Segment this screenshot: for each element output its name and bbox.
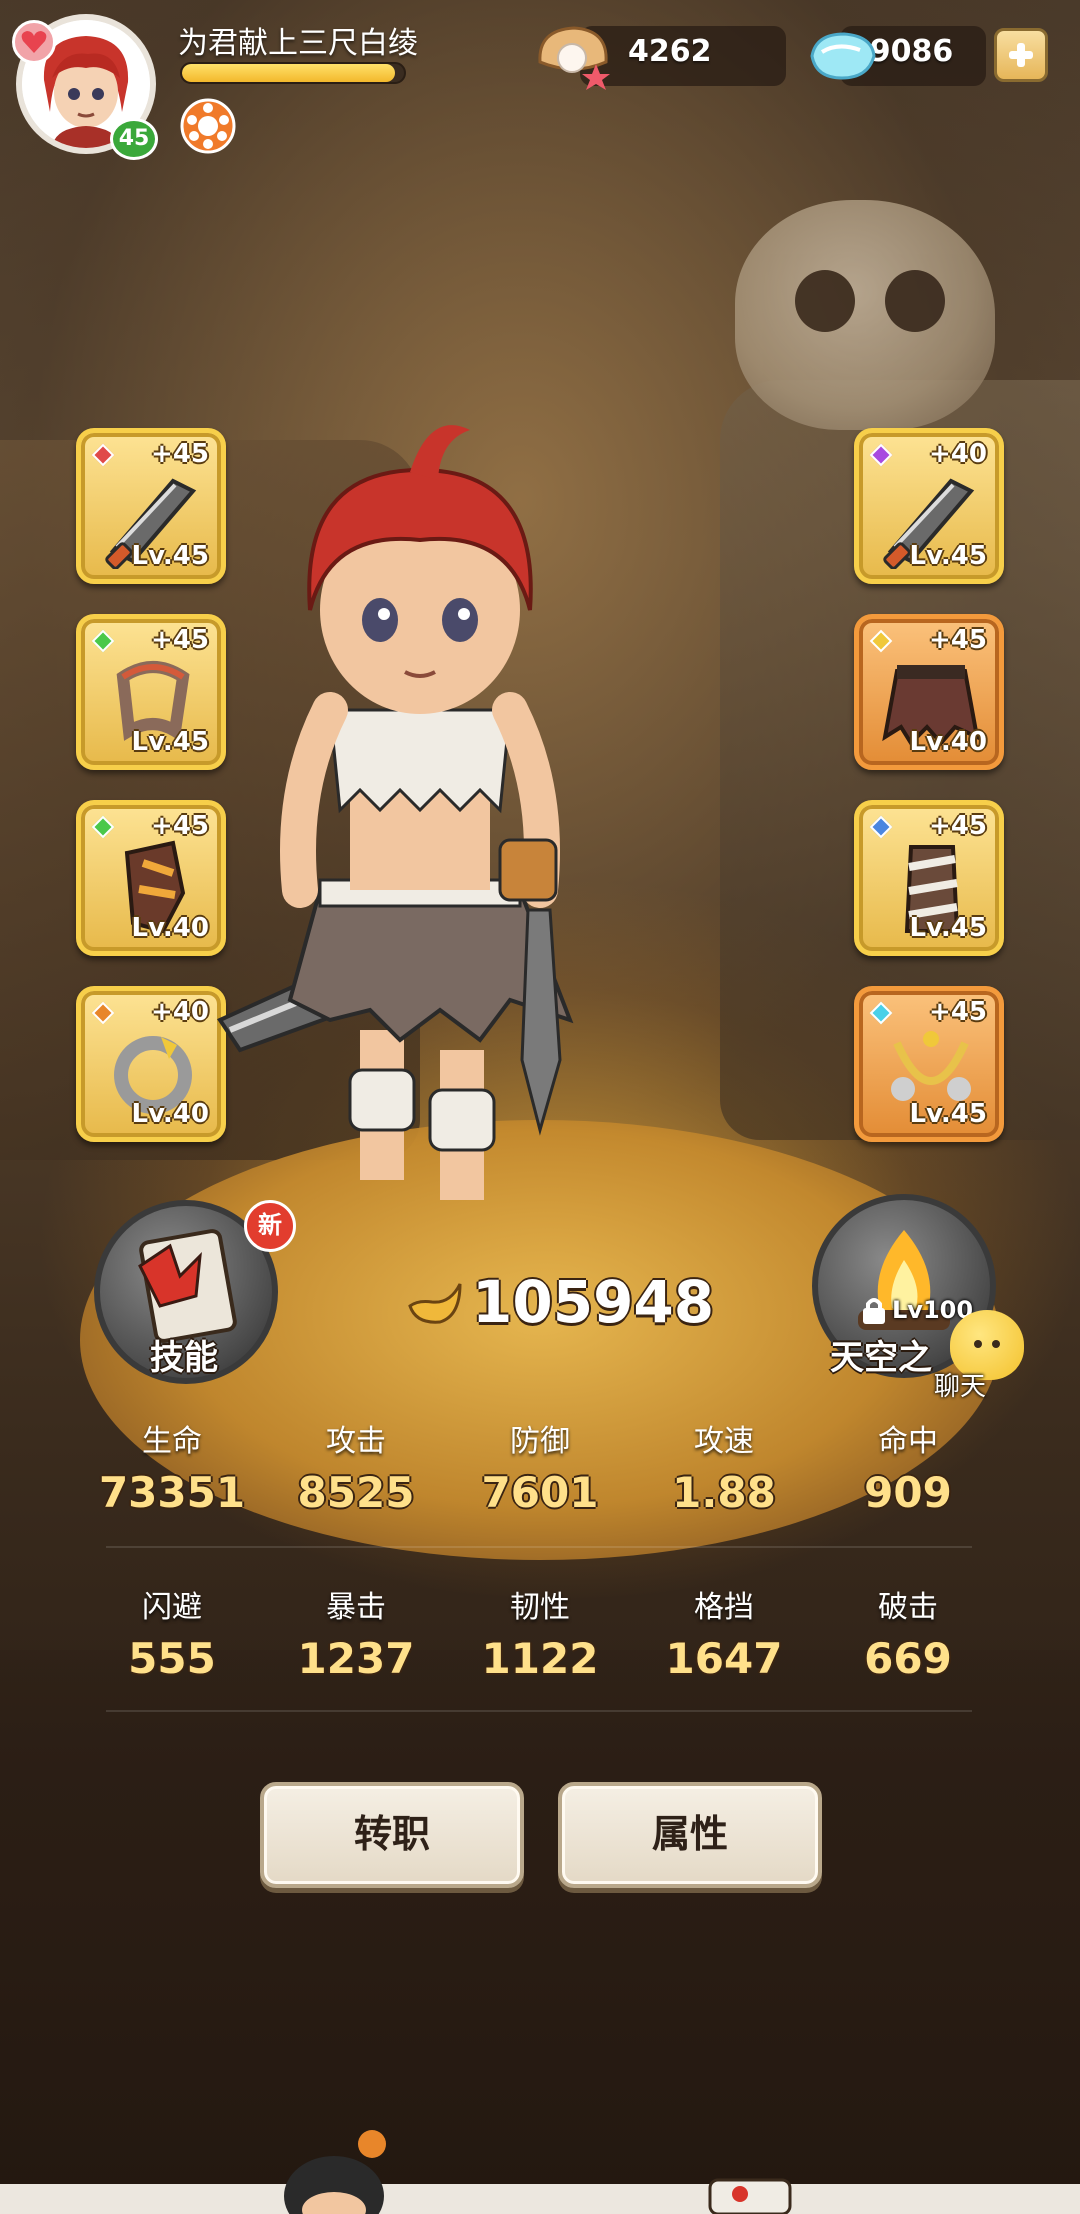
- equipment-slot-left-3[interactable]: +45 Lv.40: [76, 800, 226, 956]
- enhance-level: +45: [151, 811, 209, 841]
- enhance-level: +45: [929, 811, 987, 841]
- stat-item: 格挡 1647: [632, 1582, 816, 1683]
- enhance-level: +45: [151, 439, 209, 469]
- stat-item: 破击 669: [816, 1582, 1000, 1683]
- stat-value: 8525: [297, 1468, 415, 1517]
- player-level-badge: 45: [110, 118, 158, 160]
- sky-tower-label: 天空之: [830, 1338, 932, 1378]
- item-level: Lv.45: [909, 541, 987, 571]
- equipment-slot-right-3[interactable]: +45 Lv.45: [854, 800, 1004, 956]
- shell-amount: 4262: [628, 34, 712, 69]
- stat-label: 攻速: [694, 1424, 754, 1459]
- item-level: Lv.40: [909, 727, 987, 757]
- stat-item: 攻速 1.88: [632, 1416, 816, 1517]
- combat-power: 105948: [406, 1268, 714, 1336]
- stats-row-2: 闪避 555 暴击 1237 韧性 1122 格挡 1647 破击 669: [80, 1582, 1000, 1683]
- enhance-level: +45: [929, 997, 987, 1027]
- stat-value: 73351: [98, 1468, 246, 1517]
- skull-decoration: [735, 200, 995, 430]
- stat-value: 909: [864, 1468, 952, 1517]
- stat-label: 攻击: [326, 1424, 386, 1459]
- heart-badge-icon: [12, 20, 56, 64]
- stat-value: 7601: [481, 1468, 599, 1517]
- equipment-slot-left-1[interactable]: +45 Lv.45: [76, 428, 226, 584]
- stats-row-1: 生命 73351 攻击 8525 防御 7601 攻速 1.88 命中 909: [80, 1416, 1000, 1517]
- stat-item: 生命 73351: [80, 1416, 264, 1517]
- vip-gear-icon[interactable]: [180, 98, 236, 154]
- equipment-slot-right-4[interactable]: +45 Lv.45: [854, 986, 1004, 1142]
- stat-item: 防御 7601: [448, 1416, 632, 1517]
- enhance-level: +45: [151, 625, 209, 655]
- enhance-level: +40: [151, 997, 209, 1027]
- chat-label: 聊天: [934, 1372, 987, 1402]
- change-class-button[interactable]: 转职: [260, 1782, 524, 1888]
- stat-value: 1.88: [672, 1468, 776, 1517]
- stat-value: 1647: [665, 1634, 783, 1683]
- stats-divider: [106, 1546, 972, 1548]
- stat-value: 555: [128, 1634, 216, 1683]
- pearl-shell-icon: [538, 26, 610, 90]
- bottom-nav-bar: [0, 2184, 1080, 2214]
- stat-item: 攻击 8525: [264, 1416, 448, 1517]
- stat-label: 闪避: [142, 1590, 202, 1625]
- item-level: Lv.40: [131, 1099, 209, 1129]
- new-badge: 新: [244, 1200, 296, 1252]
- enhance-level: +40: [929, 439, 987, 469]
- skill-label: 技能: [150, 1338, 218, 1378]
- equipment-slot-left-4[interactable]: +40 Lv.40: [76, 986, 226, 1142]
- player-name: 为君献上三尺白绫: [178, 26, 418, 61]
- stat-label: 生命: [142, 1424, 202, 1459]
- item-level: Lv.45: [909, 1099, 987, 1129]
- stat-value: 1237: [297, 1634, 415, 1683]
- stat-label: 破击: [878, 1590, 938, 1625]
- stat-label: 防御: [510, 1424, 570, 1459]
- xp-bar: [180, 62, 406, 84]
- attributes-button[interactable]: 属性: [558, 1782, 822, 1888]
- crystal-gem-icon: [810, 32, 876, 80]
- item-level: Lv.45: [909, 913, 987, 943]
- xp-bar-fill: [182, 64, 396, 82]
- enhance-level: +45: [929, 625, 987, 655]
- stats-divider-bottom: [106, 1710, 972, 1712]
- stat-item: 命中 909: [816, 1416, 1000, 1517]
- equipment-slot-right-2[interactable]: +45 Lv.40: [854, 614, 1004, 770]
- bottom-nav-character-icon[interactable]: [268, 2126, 398, 2214]
- stat-item: 闪避 555: [80, 1582, 264, 1683]
- stat-value: 1122: [481, 1634, 599, 1683]
- add-gems-button[interactable]: [994, 28, 1048, 82]
- stat-label: 韧性: [510, 1590, 570, 1625]
- stat-label: 格挡: [694, 1590, 754, 1625]
- equipment-slot-right-1[interactable]: +40 Lv.45: [854, 428, 1004, 584]
- hero-character: [217, 425, 574, 1200]
- equipment-slot-left-2[interactable]: +45 Lv.45: [76, 614, 226, 770]
- bottom-nav-item-icon[interactable]: [700, 2160, 840, 2214]
- stat-item: 韧性 1122: [448, 1582, 632, 1683]
- stat-label: 命中: [878, 1424, 938, 1459]
- item-level: Lv.45: [131, 541, 209, 571]
- combat-power-value: 105948: [472, 1268, 715, 1336]
- floor-shadow: [0, 1650, 1080, 2214]
- stat-item: 暴击 1237: [264, 1582, 448, 1683]
- stat-label: 暴击: [326, 1590, 386, 1625]
- power-horn-icon: [408, 1283, 462, 1324]
- item-level: Lv.45: [131, 727, 209, 757]
- item-level: Lv.40: [131, 913, 209, 943]
- stat-value: 669: [864, 1634, 952, 1683]
- lock-icon: [863, 1298, 885, 1324]
